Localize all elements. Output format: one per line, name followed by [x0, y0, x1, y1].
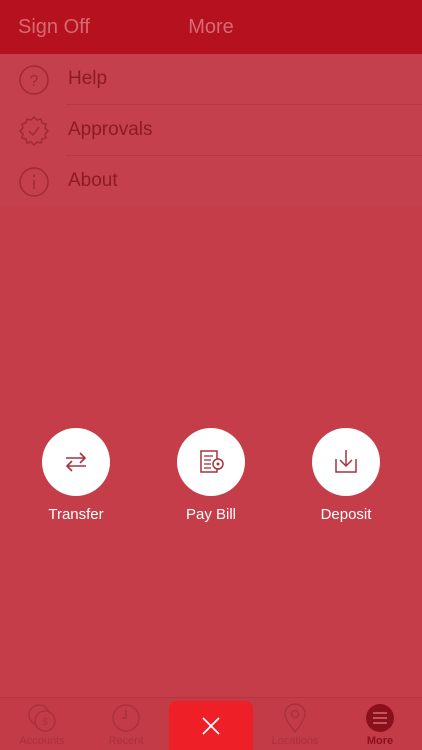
transfer-label: Transfer — [48, 506, 104, 523]
deposit-circle[interactable] — [312, 428, 380, 496]
menu-item-label: Help — [68, 68, 108, 89]
menu-item-about[interactable]: About — [0, 156, 422, 207]
clock-icon — [112, 704, 140, 732]
bill-icon — [200, 450, 224, 473]
svg-text:$: $ — [42, 717, 48, 728]
tab-locations[interactable]: Locations — [253, 698, 337, 750]
top-bar: Sign Off More — [0, 0, 422, 54]
menu-lines-icon — [366, 704, 394, 732]
pay-bill-label: Pay Bill — [185, 506, 237, 523]
tab-label: Locations — [271, 735, 319, 747]
menu-item-label: About — [68, 170, 118, 191]
menu-item-help[interactable]: ? Help — [0, 54, 422, 105]
tab-more[interactable]: More — [338, 698, 422, 750]
tab-accounts[interactable]: $ Accounts — [0, 698, 84, 750]
approval-badge-icon — [18, 115, 50, 147]
quick-actions: Transfer Pay Bill Deposit — [0, 428, 422, 528]
pay-bill-button[interactable]: Pay Bill — [156, 428, 266, 523]
menu-item-approvals[interactable]: Approvals — [0, 105, 422, 156]
page-title: More — [188, 16, 234, 38]
svg-text:?: ? — [30, 73, 39, 90]
info-icon — [19, 167, 49, 197]
close-icon — [202, 716, 220, 735]
accounts-coins-icon: $ — [28, 704, 56, 732]
tab-label: More — [366, 735, 394, 747]
transfer-button[interactable]: Transfer — [21, 428, 131, 523]
tab-label: Recent — [108, 735, 144, 747]
more-menu-list: ? Help Approvals About — [0, 54, 422, 207]
deposit-label: Deposit — [320, 506, 372, 523]
deposit-download-icon — [335, 450, 357, 473]
location-pin-icon — [284, 703, 306, 734]
tab-recent[interactable]: Recent — [84, 698, 168, 750]
transfer-circle[interactable] — [42, 428, 110, 496]
help-icon: ? — [19, 65, 49, 95]
deposit-button[interactable]: Deposit — [291, 428, 401, 523]
transfer-arrows-icon — [65, 452, 87, 472]
tab-label: Accounts — [19, 735, 65, 747]
pay-bill-circle[interactable] — [177, 428, 245, 496]
close-quick-actions-button[interactable] — [169, 701, 253, 750]
menu-item-label: Approvals — [68, 119, 153, 140]
